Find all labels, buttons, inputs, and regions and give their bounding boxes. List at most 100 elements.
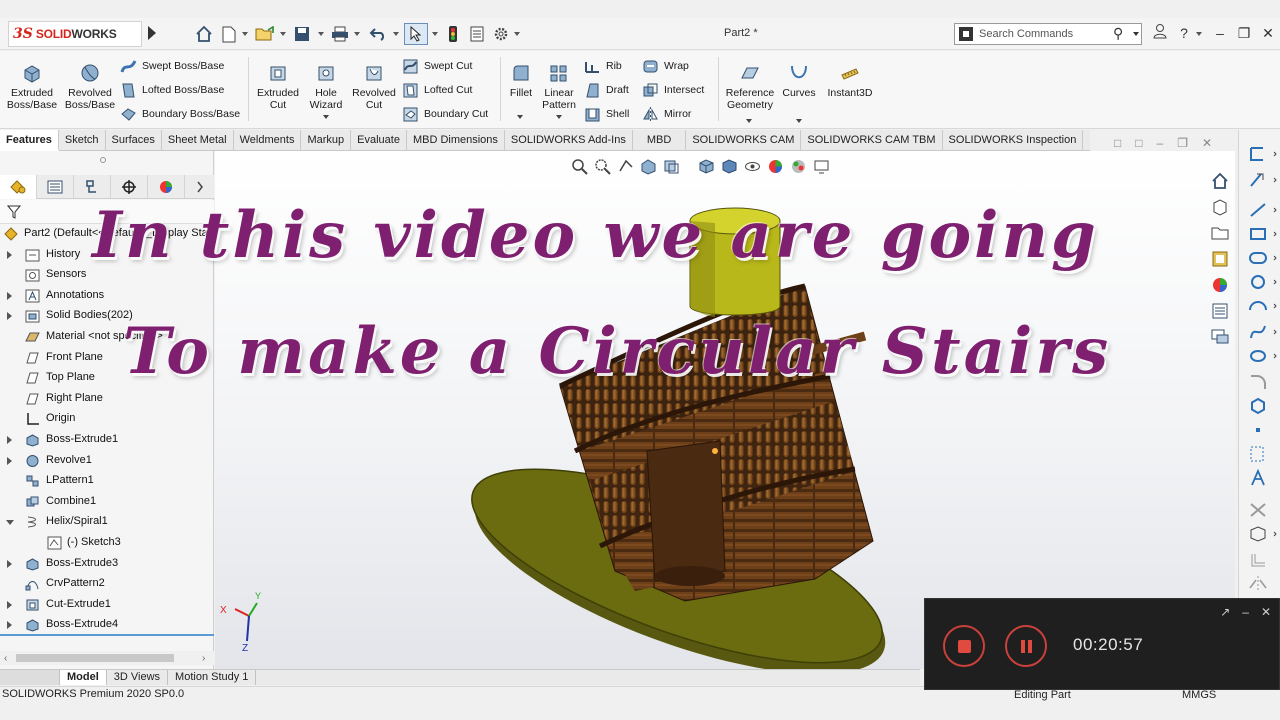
curves-dropdown-icon[interactable] xyxy=(796,119,802,123)
lofted-boss-button[interactable]: Lofted Boss/Base xyxy=(120,79,224,101)
viewport-tile-left-icon[interactable]: □ xyxy=(1114,136,1121,150)
stop-recording-button[interactable] xyxy=(943,625,985,667)
fillet-sketch-icon[interactable] xyxy=(1245,372,1279,392)
pause-recording-button[interactable] xyxy=(1005,625,1047,667)
spline-icon[interactable] xyxy=(1245,322,1279,342)
rectangle-icon[interactable] xyxy=(1245,224,1279,244)
revolved-boss-button[interactable]: Revolved Boss/Base xyxy=(62,55,118,111)
expand-arrow-icon[interactable] xyxy=(7,312,12,321)
viewport-tile-right-icon[interactable]: □ xyxy=(1135,136,1142,150)
file-explorer-icon[interactable] xyxy=(1209,222,1231,244)
save-icon[interactable] xyxy=(292,24,312,44)
restore-icon[interactable]: ❐ xyxy=(1234,23,1254,43)
reference-geometry-dropdown-icon[interactable] xyxy=(746,119,752,123)
expand-arrow-icon[interactable] xyxy=(7,250,12,259)
boundary-boss-button[interactable]: Boundary Boss/Base xyxy=(120,103,240,125)
shell-button[interactable]: Shell xyxy=(584,103,629,125)
configuration-manager-tab-icon[interactable] xyxy=(74,175,111,199)
line-icon[interactable] xyxy=(1245,200,1279,220)
new-dropdown-icon[interactable] xyxy=(242,32,248,36)
hole-wizard-dropdown-icon[interactable] xyxy=(323,115,329,119)
tab-motion-study-1[interactable]: Motion Study 1 xyxy=(168,670,257,685)
recorder-close-icon[interactable]: ✕ xyxy=(1261,605,1271,619)
tree-item-cut-extrude1[interactable]: Cut-Extrude1 xyxy=(0,595,214,616)
tab-solidworks-inspection[interactable]: SOLIDWORKS Inspection xyxy=(943,130,1084,151)
user-account-icon[interactable] xyxy=(1150,23,1170,43)
home-icon[interactable] xyxy=(194,24,214,44)
extruded-boss-button[interactable]: Extruded Boss/Base xyxy=(4,55,60,111)
swept-cut-button[interactable]: Swept Cut xyxy=(402,55,472,77)
viewport-close-icon[interactable]: ✕ xyxy=(1202,136,1212,150)
new-document-icon[interactable] xyxy=(220,24,238,44)
tree-horizontal-scrollbar[interactable]: ‹ › xyxy=(0,651,214,665)
print-icon[interactable] xyxy=(330,24,350,44)
intersect-button[interactable]: Intersect xyxy=(642,79,704,101)
fillet-dropdown-icon[interactable] xyxy=(517,115,523,119)
save-dropdown-icon[interactable] xyxy=(318,32,324,36)
viewport-minimize-icon[interactable]: – xyxy=(1157,136,1164,150)
trim-entities-icon[interactable] xyxy=(1245,500,1279,520)
expand-arrow-icon[interactable] xyxy=(7,559,12,568)
linear-pattern-button[interactable]: Linear Pattern xyxy=(538,55,580,111)
tree-item-boss-extrude3[interactable]: Boss-Extrude3 xyxy=(0,554,214,575)
tree-item-combine1[interactable]: Combine1 xyxy=(0,492,214,513)
tab-solidworks-add-ins[interactable]: SOLIDWORKS Add-Ins xyxy=(505,130,633,151)
boundary-cut-button[interactable]: Boundary Cut xyxy=(402,103,488,125)
arc-icon[interactable] xyxy=(1245,296,1279,316)
tab-mbd-dimensions[interactable]: MBD Dimensions xyxy=(407,130,505,151)
tab-markup[interactable]: Markup xyxy=(301,130,352,151)
tab-solidworks-cam-tbm[interactable]: SOLIDWORKS CAM TBM xyxy=(801,130,943,151)
tree-item-origin[interactable]: Origin xyxy=(0,409,214,430)
tree-item-revolve1[interactable]: Revolve1 xyxy=(0,451,214,472)
viewport-restore-icon[interactable]: ❐ xyxy=(1177,136,1188,150)
tree-item-boss-extrude4[interactable]: Boss-Extrude4 xyxy=(0,615,214,636)
filter-icon[interactable] xyxy=(7,204,21,220)
options-gear-icon[interactable] xyxy=(492,24,510,44)
tab-surfaces[interactable]: Surfaces xyxy=(106,130,162,151)
offset-entities-icon[interactable] xyxy=(1245,550,1279,570)
property-manager-tab-icon[interactable] xyxy=(37,175,74,199)
pattern-dropdown-icon[interactable] xyxy=(556,115,562,119)
swept-boss-button[interactable]: Swept Boss/Base xyxy=(120,55,224,77)
tab-3d-views[interactable]: 3D Views xyxy=(107,670,169,685)
search-dropdown-icon[interactable] xyxy=(1133,32,1139,36)
select-dropdown-icon[interactable] xyxy=(432,32,438,36)
close-icon[interactable]: ✕ xyxy=(1258,23,1278,43)
instant3d-button[interactable]: Instant3D xyxy=(822,55,878,99)
undo-icon[interactable] xyxy=(368,24,388,44)
rebuild-icon[interactable] xyxy=(444,24,462,44)
centerline-icon[interactable] xyxy=(1245,444,1279,464)
collapse-arrow-icon[interactable] xyxy=(6,520,14,526)
feature-manager-tab-icon[interactable] xyxy=(0,175,37,199)
extruded-cut-button[interactable]: Extruded Cut xyxy=(252,55,304,111)
scroll-left-icon[interactable]: ‹ xyxy=(4,653,7,664)
polygon-icon[interactable] xyxy=(1245,396,1279,416)
expand-arrow-icon[interactable] xyxy=(7,435,12,444)
lofted-cut-button[interactable]: Lofted Cut xyxy=(402,79,472,101)
expand-arrow-icon[interactable] xyxy=(7,456,12,465)
tab-mbd[interactable]: MBD xyxy=(633,130,687,151)
mirror-entities-icon[interactable] xyxy=(1245,574,1279,594)
menu-expand-arrow-icon[interactable] xyxy=(148,26,156,40)
recorder-minimize-icon[interactable]: – xyxy=(1242,605,1249,619)
tree-item-crvpattern2[interactable]: CrvPattern2 xyxy=(0,574,214,595)
corner-rectangle-icon[interactable] xyxy=(1245,144,1279,164)
rib-button[interactable]: Rib xyxy=(584,55,622,77)
tab-features[interactable]: Features xyxy=(0,130,59,151)
solidworks-logo[interactable]: 3S SOLIDWORKS xyxy=(8,21,142,47)
convert-entities-icon[interactable] xyxy=(1245,524,1279,544)
text-icon[interactable] xyxy=(1245,468,1279,488)
help-dropdown-icon[interactable] xyxy=(1196,32,1202,36)
panel-tabs-more-icon[interactable] xyxy=(185,175,214,199)
panel-grip-icon[interactable] xyxy=(100,157,106,163)
tab-weldments[interactable]: Weldments xyxy=(234,130,302,151)
expand-arrow-icon[interactable] xyxy=(7,291,12,300)
wrap-button[interactable]: Wrap xyxy=(642,55,689,77)
tree-item-lpattern1[interactable]: LPattern1 xyxy=(0,471,214,492)
tree-item-right-plane[interactable]: Right Plane xyxy=(0,389,214,410)
search-icon[interactable]: ⚲ xyxy=(1113,25,1123,42)
design-library-icon[interactable] xyxy=(1209,196,1231,218)
display-manager-tab-icon[interactable] xyxy=(148,175,185,199)
custom-properties-icon[interactable] xyxy=(1209,300,1231,322)
tab-scroll-arrows[interactable] xyxy=(0,670,60,685)
